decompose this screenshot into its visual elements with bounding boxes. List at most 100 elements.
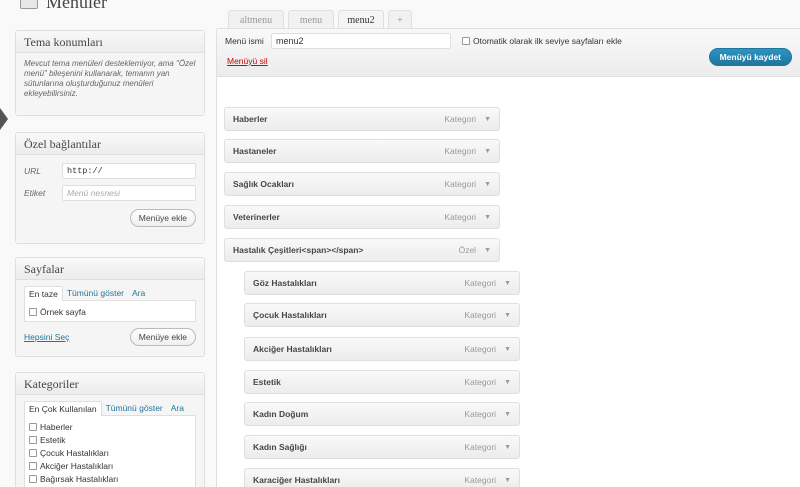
category-item-label: Estetik	[40, 434, 66, 445]
page-header: Menüler	[20, 0, 107, 12]
menu-item-type: Kategori	[444, 179, 477, 189]
menu-item-title: Kadın Sağlığı	[253, 442, 307, 452]
link-text-input[interactable]: Menü nesnesi	[62, 185, 196, 201]
url-label: URL	[24, 166, 42, 176]
triangle-down-icon[interactable]: ▼	[484, 116, 491, 123]
checkbox[interactable]	[29, 435, 37, 444]
select-all-pages-link[interactable]: Hepsini Seç	[24, 332, 69, 342]
menu-item[interactable]: Estetik Kategori ▼	[244, 370, 520, 394]
pages-tab-recent[interactable]: En taze	[24, 286, 63, 301]
add-pages-button[interactable]: Menüye ekle	[129, 328, 196, 346]
category-item-label: Haberler	[40, 421, 73, 432]
menu-item-title: Akciğer Hastalıkları	[253, 344, 332, 354]
categories-box: Kategoriler En Çok Kullanılan Tümünü gös…	[15, 372, 205, 487]
category-item-label: Akciğer Hastalıkları	[40, 460, 114, 471]
auto-add-checkbox[interactable]	[462, 37, 470, 45]
menu-item[interactable]: Veterinerler Kategori ▼	[224, 205, 500, 229]
add-custom-link-button[interactable]: Menüye ekle	[129, 209, 196, 227]
triangle-down-icon[interactable]: ▼	[504, 312, 511, 319]
page-item-label: Örnek sayfa	[40, 306, 86, 317]
menu-name-label: Menü ismi	[225, 36, 264, 46]
url-input[interactable]: http://	[62, 163, 196, 179]
pages-tab-all[interactable]: Tümünü göster	[63, 286, 128, 301]
menu-item-title: Haberler	[233, 114, 268, 124]
list-item[interactable]: Akciğer Hastalıkları	[29, 459, 191, 472]
triangle-down-icon[interactable]: ▼	[484, 181, 491, 188]
menu-item[interactable]: Akciğer Hastalıkları Kategori ▼	[244, 337, 520, 361]
category-item-label: Çocuk Hastalıkları	[40, 447, 109, 458]
checkbox[interactable]	[29, 307, 37, 316]
auto-add-pages-option[interactable]: Otomatik olarak ilk seviye sayfaları ekl…	[462, 36, 622, 46]
checkbox[interactable]	[29, 422, 37, 431]
triangle-down-icon[interactable]: ▼	[504, 346, 511, 353]
list-item[interactable]: Örnek sayfa	[29, 305, 191, 318]
menu-item-title: Veterinerler	[233, 212, 280, 222]
triangle-down-icon[interactable]: ▼	[484, 214, 491, 221]
menu-item-type: Kategori	[464, 409, 497, 419]
categories-title: Kategoriler	[16, 373, 204, 395]
pages-box: Sayfalar En taze Tümünü göster Ara Örnek…	[15, 257, 205, 357]
menu-name-input[interactable]: menu2	[271, 33, 451, 49]
pages-tab-search[interactable]: Ara	[128, 286, 149, 301]
checkbox[interactable]	[29, 461, 37, 470]
list-item[interactable]: Çocuk Hastalıkları	[29, 446, 191, 459]
menu-item-title: Estetik	[253, 377, 281, 387]
triangle-down-icon[interactable]: ▼	[504, 280, 511, 287]
menu-item-type: Kategori	[444, 114, 477, 124]
menu-item-type: Özel	[458, 245, 477, 255]
menu-item-type: Kategori	[464, 475, 497, 485]
menus-page-icon	[20, 0, 38, 9]
menu-item-title: Hastaneler	[233, 146, 277, 156]
categories-tab-search[interactable]: Ara	[167, 401, 188, 416]
menu-item[interactable]: Haberler Kategori ▼	[224, 107, 500, 131]
menu-item-title: Kadın Doğum	[253, 409, 309, 419]
categories-tab-all[interactable]: Tümünü göster	[102, 401, 167, 416]
page-title: Menüler	[46, 0, 107, 12]
menu-item[interactable]: Göz Hastalıkları Kategori ▼	[244, 271, 520, 295]
checkbox[interactable]	[29, 474, 37, 483]
list-item[interactable]: Bağırsak Hastalıkları	[29, 472, 191, 485]
custom-links-box: Özel bağlantılar URL http:// Etiket Menü…	[15, 132, 205, 244]
list-item[interactable]: Estetik	[29, 433, 191, 446]
checkbox[interactable]	[29, 448, 37, 457]
tab-menu[interactable]: menu	[288, 10, 334, 29]
triangle-down-icon[interactable]: ▼	[484, 247, 491, 254]
tab-add-menu[interactable]: +	[388, 10, 412, 29]
menu-item[interactable]: Çocuk Hastalıkları Kategori ▼	[244, 303, 520, 327]
tab-altmenu[interactable]: altmenu	[228, 10, 284, 29]
triangle-down-icon[interactable]: ▼	[504, 379, 511, 386]
menu-item[interactable]: Hastaneler Kategori ▼	[224, 139, 500, 163]
custom-links-title: Özel bağlantılar	[16, 133, 204, 155]
menu-item-title: Sağlık Ocakları	[233, 179, 294, 189]
triangle-down-icon[interactable]: ▼	[484, 148, 491, 155]
delete-menu-link[interactable]: Menüyü sil	[227, 56, 268, 66]
menu-item-title: Çocuk Hastalıkları	[253, 310, 327, 320]
menu-item-type: Kategori	[464, 442, 497, 452]
tab-menu2[interactable]: menu2	[338, 10, 384, 29]
theme-locations-title: Tema konumları	[16, 31, 204, 53]
menu-item[interactable]: Kadın Doğum Kategori ▼	[244, 402, 520, 426]
pages-title: Sayfalar	[16, 258, 204, 280]
menu-item-title: Hastalık Çeşitleri<span></span>	[233, 245, 364, 255]
menu-tabs: altmenu menu menu2 +	[228, 10, 416, 29]
menu-item[interactable]: Karaciğer Hastalıkları Kategori ▼	[244, 468, 520, 487]
menu-item[interactable]: Kadın Sağlığı Kategori ▼	[244, 435, 520, 459]
menu-editor-header: Menü ismi menu2 Otomatik olarak ilk sevi…	[217, 29, 800, 77]
menu-item[interactable]: Hastalık Çeşitleri<span></span> Özel ▼	[224, 238, 500, 262]
categories-tab-popular[interactable]: En Çok Kullanılan	[24, 401, 102, 416]
triangle-down-icon[interactable]: ▼	[504, 477, 511, 484]
theme-locations-help: Mevcut tema menüleri desteklemiyor, ama …	[24, 59, 196, 98]
menu-item-type: Kategori	[464, 310, 497, 320]
menu-item[interactable]: Sağlık Ocakları Kategori ▼	[224, 172, 500, 196]
menu-item-type: Kategori	[464, 377, 497, 387]
auto-add-label: Otomatik olarak ilk seviye sayfaları ekl…	[473, 36, 622, 46]
save-menu-button[interactable]: Menüyü kaydet	[708, 48, 792, 66]
triangle-down-icon[interactable]: ▼	[504, 444, 511, 451]
list-item[interactable]: Haberler	[29, 420, 191, 433]
triangle-down-icon[interactable]: ▼	[504, 411, 511, 418]
menu-item-type: Kategori	[444, 212, 477, 222]
collapse-arrow-icon[interactable]	[0, 108, 8, 130]
category-item-label: Bağırsak Hastalıkları	[40, 473, 119, 484]
menu-item-type: Kategori	[464, 278, 497, 288]
theme-locations-box: Tema konumları Mevcut tema menüleri dest…	[15, 30, 205, 116]
